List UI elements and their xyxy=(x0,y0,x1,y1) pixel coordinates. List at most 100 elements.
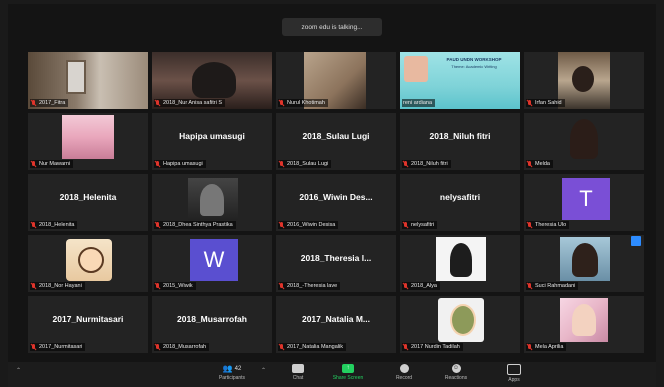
participant-label: 2017_Natalia Mangalik xyxy=(278,343,346,351)
participant-tile[interactable]: T Theresia Ulo xyxy=(524,174,644,231)
participant-tile[interactable]: 2018_Theresia l... 2018_-Theresia lave xyxy=(276,235,396,292)
share-screen-label: Share Screen xyxy=(332,375,364,381)
participant-tile[interactable]: nelysafitri nelysafitri xyxy=(400,174,520,231)
muted-mic-icon xyxy=(279,283,285,289)
participant-name: Suci Rahmadani xyxy=(535,283,576,289)
participant-label: 2018_Sulau Lugi xyxy=(278,160,332,168)
participant-name: 2018_Helenita xyxy=(39,222,75,228)
participant-tile[interactable]: 2018_Nor Hayani xyxy=(28,235,148,292)
participant-tile[interactable]: W 2015_Wiwik xyxy=(152,235,272,292)
participant-tile[interactable]: 2018_Alya xyxy=(400,235,520,292)
muted-mic-icon xyxy=(279,161,285,167)
participant-name: Irfan Sahid xyxy=(535,100,562,106)
participant-tile[interactable]: 2018_Dhea Sinthya Prastika xyxy=(152,174,272,231)
participant-name: reni ardiana xyxy=(403,100,433,106)
chevron-up-icon[interactable]: ⌃ xyxy=(261,367,266,374)
participant-display-name: nelysafitri xyxy=(439,192,481,202)
participant-name: 2018_Musarrofah xyxy=(163,344,207,350)
participant-display-name: 2018_Sulau Lugi xyxy=(302,131,370,141)
chat-button[interactable]: Chat xyxy=(278,364,318,381)
participant-tile[interactable]: 2018_Nur Anisa safitri S xyxy=(152,52,272,109)
participant-tile[interactable]: Nur Mawarni xyxy=(28,113,148,170)
participant-label: Mela Aprilia xyxy=(526,343,567,351)
participants-icon: 👥 xyxy=(222,364,233,373)
participant-tile[interactable]: Nurul Khotimah xyxy=(276,52,396,109)
muted-mic-icon xyxy=(527,283,533,289)
participant-tile[interactable]: 2017_Natalia M... 2017_Natalia Mangalik xyxy=(276,296,396,353)
participants-count: 42 xyxy=(234,365,242,372)
muted-mic-icon xyxy=(31,161,37,167)
participant-tile[interactable]: 2018_Niluh fitri 2018_Niluh fitri xyxy=(400,113,520,170)
participant-tile[interactable]: Hapipa umasugi Hapipa umasugi xyxy=(152,113,272,170)
muted-mic-icon xyxy=(527,100,533,106)
participant-label: 2017_Fitra xyxy=(30,99,69,107)
participant-label: 2018_Nur Anisa safitri S xyxy=(154,99,226,107)
participant-label: 2018_Nor Hayani xyxy=(30,282,85,290)
avatar: T xyxy=(562,178,610,220)
muted-mic-icon xyxy=(403,344,409,350)
chevron-up-icon[interactable]: ⌃ xyxy=(16,367,21,374)
participant-label: Nur Mawarni xyxy=(30,160,74,168)
person-shape xyxy=(572,304,596,336)
participant-name: 2017_Natalia Mangalik xyxy=(287,344,343,350)
participant-label: 2018_Niluh fitri xyxy=(402,160,451,168)
participant-name: Nur Mawarni xyxy=(39,161,71,167)
participant-display-name: 2018_Musarrofah xyxy=(177,314,247,324)
apps-button[interactable]: Apps xyxy=(494,364,534,383)
person-shape xyxy=(192,62,236,98)
participant-name: Melda xyxy=(535,161,550,167)
participant-display-name: 2018_Helenita xyxy=(59,192,117,202)
meeting-toolbar: ⌃ 👥 42 Participants ⌃ Chat ↑ Share Scree… xyxy=(8,362,656,387)
participant-label: Irfan Sahid xyxy=(526,99,565,107)
participant-display-name: 2018_Theresia l... xyxy=(300,253,372,263)
participant-tile[interactable]: 2017 Nurdin Tadilah xyxy=(400,296,520,353)
poster-photo xyxy=(404,56,428,82)
participant-name: 2018_Niluh fitri xyxy=(411,161,448,167)
video-feed xyxy=(62,115,114,159)
participant-label: 2018_Alya xyxy=(402,282,440,290)
record-button[interactable]: Record xyxy=(384,364,424,381)
muted-mic-icon xyxy=(279,222,285,228)
participant-label: 2017_Nurmitasari xyxy=(30,343,86,351)
muted-mic-icon xyxy=(279,344,285,350)
participants-label: Participants xyxy=(218,375,246,381)
participant-name: 2018_Nor Hayani xyxy=(39,283,82,289)
participant-display-name: 2018_Niluh fitri xyxy=(429,131,491,141)
reactions-icon: ☺ xyxy=(451,364,461,373)
participant-tile[interactable]: Melda xyxy=(524,113,644,170)
participant-tile[interactable]: Suci Rahmadani xyxy=(524,235,644,292)
participant-tile[interactable]: Mela Aprilia xyxy=(524,296,644,353)
muted-mic-icon xyxy=(527,344,533,350)
participant-tile[interactable]: 2017_Nurmitasari 2017_Nurmitasari xyxy=(28,296,148,353)
participant-name: 2016_Wiwin Desisa xyxy=(287,222,336,228)
muted-mic-icon xyxy=(155,222,161,228)
participant-label: Melda xyxy=(526,160,553,168)
participant-tile[interactable]: 2017_Fitra xyxy=(28,52,148,109)
muted-mic-icon xyxy=(155,283,161,289)
participant-tile[interactable]: 2018_Helenita 2018_Helenita xyxy=(28,174,148,231)
participant-label: Hapipa umasugi xyxy=(154,160,206,168)
muted-mic-icon xyxy=(31,222,37,228)
participant-name: 2018_Alya xyxy=(411,283,437,289)
participant-name: Nurul Khotimah xyxy=(287,100,325,106)
muted-mic-icon xyxy=(403,161,409,167)
record-label: Record xyxy=(395,375,413,381)
gallery-page-button[interactable] xyxy=(631,236,641,246)
participant-tile[interactable]: 2016_Wiwin Des... 2016_Wiwin Desisa xyxy=(276,174,396,231)
participant-name: nelysafitri xyxy=(411,222,435,228)
participant-tile[interactable]: 2018_Musarrofah 2018_Musarrofah xyxy=(152,296,272,353)
muted-mic-icon xyxy=(527,161,533,167)
participant-label: 2018_-Theresia lave xyxy=(278,282,341,290)
window-shape xyxy=(66,60,86,94)
poster-title: PAUD UNDN WORKSHOP xyxy=(446,57,502,62)
participant-label: Suci Rahmadani xyxy=(526,282,579,290)
muted-mic-icon xyxy=(31,344,37,350)
participants-button[interactable]: 👥 42 Participants xyxy=(212,364,252,381)
participant-tile[interactable]: PAUD UNDN WORKSHOP Theme: Academic Writi… xyxy=(400,52,520,109)
share-screen-button[interactable]: ↑ Share Screen xyxy=(328,364,368,381)
participant-name: 2018_Sulau Lugi xyxy=(287,161,329,167)
participant-tile[interactable]: 2018_Sulau Lugi 2018_Sulau Lugi xyxy=(276,113,396,170)
participant-tile[interactable]: Irfan Sahid xyxy=(524,52,644,109)
reactions-button[interactable]: ☺ Reactions xyxy=(436,364,476,381)
participant-name: Mela Aprilia xyxy=(535,344,564,350)
